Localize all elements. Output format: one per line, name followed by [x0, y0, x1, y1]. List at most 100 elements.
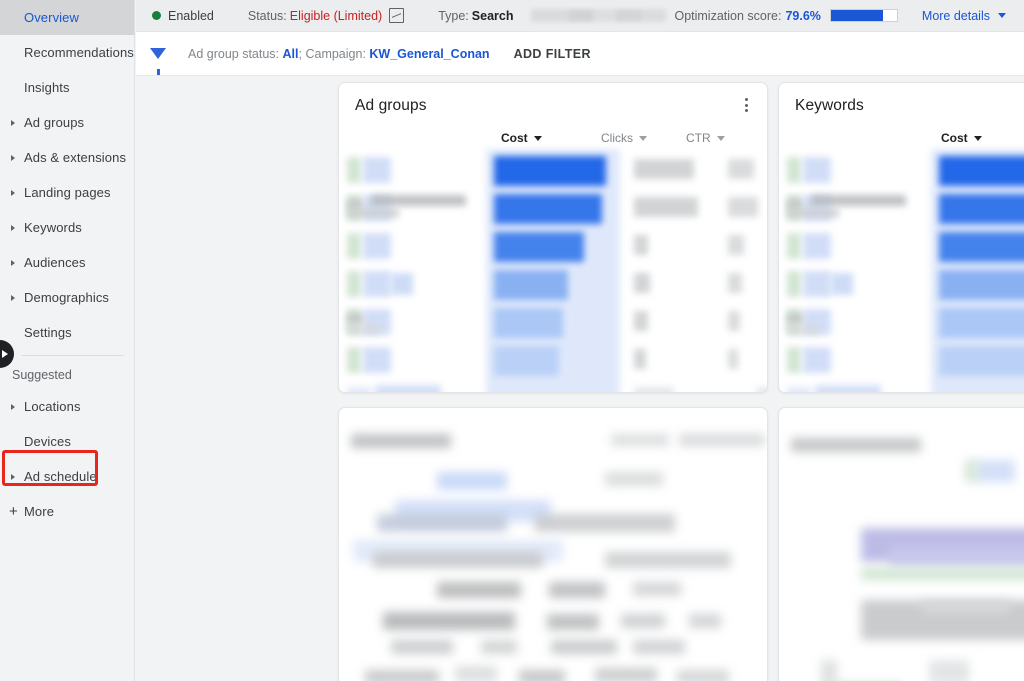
column-header-ctr[interactable]: CTR	[686, 131, 725, 145]
chevron-right-icon[interactable]	[11, 154, 15, 161]
add-filter-button[interactable]: ADD FILTER	[514, 47, 591, 61]
type-label: Type:	[438, 8, 469, 23]
redacted-block	[373, 552, 543, 568]
chevron-right-icon[interactable]	[11, 403, 15, 410]
redacted-block	[551, 640, 617, 654]
sidebar-item-audiences[interactable]: Audiences	[0, 245, 134, 280]
sidebar-item-label-ads-extensions: Ads & extensions	[24, 150, 127, 165]
redacted-block	[547, 614, 599, 630]
sort-caret-icon[interactable]	[533, 135, 542, 141]
redacted-block	[939, 194, 1024, 224]
sidebar-item-label-devices: Devices	[24, 434, 71, 449]
redacted-block	[347, 208, 399, 218]
performance-chart-icon[interactable]	[389, 8, 405, 23]
chevron-right-icon[interactable]	[11, 119, 15, 126]
sidebar-divider	[22, 355, 124, 356]
chevron-down-icon[interactable]	[998, 13, 1006, 18]
sidebar-item-settings[interactable]: Settings	[0, 315, 134, 350]
sidebar-item-insights[interactable]: Insights	[0, 70, 134, 105]
sidebar-item-label-ad-schedule: Ad schedule	[24, 469, 97, 484]
campaign-type: Type: Search	[438, 9, 513, 23]
sidebar-item-demographics[interactable]: Demographics	[0, 280, 134, 315]
sidebar-item-recommendations[interactable]: Recommendations	[0, 35, 134, 70]
redacted-block	[363, 347, 391, 373]
ad-groups-card: Ad groups Cost Clicks CTR	[338, 82, 768, 393]
redacted-block	[363, 233, 391, 259]
chevron-right-icon[interactable]	[11, 189, 15, 196]
column-header-cost[interactable]: Cost	[941, 131, 982, 145]
more-details-button[interactable]: More details	[922, 9, 990, 23]
optimization-score-group: Optimization score: 79.6% More details	[674, 9, 1024, 23]
redacted-block	[677, 670, 729, 681]
redacted-block	[634, 197, 698, 217]
optimization-score-bar	[829, 9, 898, 22]
redacted-block	[787, 233, 801, 259]
sidebar-item-ads-extensions[interactable]: Ads & extensions	[0, 140, 134, 175]
chevron-right-icon[interactable]	[11, 473, 15, 480]
optimization-score-label: Optimization score:	[674, 8, 782, 23]
chevron-right-icon[interactable]	[11, 259, 15, 266]
redacted-block	[605, 552, 731, 568]
redacted-block	[633, 582, 681, 596]
sort-caret-icon[interactable]	[639, 135, 647, 141]
sidebar-item-more[interactable]: + More	[0, 494, 134, 529]
ad-groups-table-body-redacted[interactable]	[339, 149, 767, 392]
chevron-right-icon	[2, 350, 8, 358]
chevron-right-icon[interactable]	[11, 224, 15, 231]
sidebar-item-label-more: More	[24, 504, 55, 519]
redacted-block	[494, 308, 564, 338]
filter-icon[interactable]	[150, 48, 166, 75]
status-value[interactable]: Eligible (Limited)	[290, 9, 382, 23]
redacted-block	[787, 157, 801, 183]
sort-caret-icon[interactable]	[716, 135, 725, 141]
column-header-cost[interactable]: Cost	[501, 131, 542, 145]
redacted-block	[347, 347, 361, 373]
redacted-block	[535, 514, 675, 532]
bottom-right-card-content-redacted[interactable]	[779, 408, 1024, 681]
ad-groups-card-menu-button[interactable]	[739, 98, 753, 114]
redacted-block	[921, 600, 1011, 614]
sidebar-item-locations[interactable]: Locations	[0, 389, 134, 424]
campaign-state: Enabled	[152, 9, 214, 23]
cards-grid: Ad groups Cost Clicks CTR Keywords Cost	[338, 76, 1024, 681]
sidebar-item-landing-pages[interactable]: Landing pages	[0, 175, 134, 210]
campaign-state-label: Enabled	[168, 8, 214, 23]
filter-value-2: KW_General_Conan	[369, 46, 490, 61]
keywords-table-body-redacted[interactable]	[779, 149, 1024, 392]
redacted-block	[347, 271, 361, 297]
filter-separator: ;	[298, 46, 302, 61]
redacted-block	[939, 156, 1024, 186]
redacted-block	[391, 640, 453, 654]
redacted-block	[621, 614, 665, 628]
bottom-left-card-content-redacted[interactable]	[339, 408, 767, 681]
redacted-block	[634, 311, 648, 331]
redacted-block	[815, 385, 881, 392]
filter-value-1: All	[282, 46, 299, 61]
sidebar-item-ad-groups[interactable]: Ad groups	[0, 105, 134, 140]
redacted-block	[363, 157, 391, 183]
optimization-score-value: 79.6%	[785, 8, 821, 23]
redacted-block	[455, 666, 497, 681]
sidebar-item-label-insights: Insights	[24, 80, 70, 95]
sidebar-item-keywords[interactable]: Keywords	[0, 210, 134, 245]
sort-caret-icon[interactable]	[973, 135, 982, 141]
filter-chip-ad-group-status[interactable]: Ad group status: All; Campaign: KW_Gener…	[188, 47, 490, 61]
chevron-right-icon[interactable]	[11, 294, 15, 301]
redacted-block	[494, 194, 602, 224]
sidebar-item-label-landing-pages: Landing pages	[24, 185, 111, 200]
redacted-block	[595, 668, 657, 681]
redacted-block	[634, 349, 646, 369]
redacted-block	[481, 640, 517, 654]
redacted-block	[803, 233, 831, 259]
redacted-block	[363, 271, 391, 297]
column-header-clicks[interactable]: Clicks	[601, 131, 647, 145]
redacted-block	[756, 387, 767, 392]
redacted-block	[939, 308, 1024, 338]
redacted-block	[728, 273, 742, 293]
sidebar-item-overview[interactable]: Overview	[0, 0, 134, 35]
redacted-block	[803, 157, 831, 183]
sidebar-item-ad-schedule[interactable]: Ad schedule	[0, 459, 134, 494]
redacted-block	[347, 387, 371, 392]
sidebar-item-devices[interactable]: Devices	[0, 424, 134, 459]
column-header-label: Clicks	[601, 131, 633, 145]
